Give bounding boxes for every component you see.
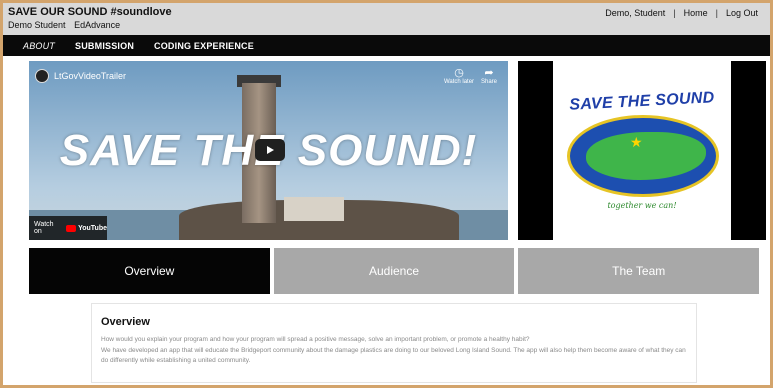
- video-player[interactable]: SAVE THE SOUND! LtGovVideoTrailer ◷ Watc…: [29, 61, 508, 240]
- play-icon: [267, 146, 274, 154]
- share-label: Share: [480, 79, 497, 85]
- logo-tagline: together we can!: [607, 201, 677, 210]
- logo-panel: SAVE THE SOUND ★ together we can!: [518, 61, 766, 240]
- header-bar: SAVE OUR SOUND #soundlove Demo Student E…: [3, 3, 770, 35]
- overview-question: How would you explain your program and h…: [101, 336, 530, 343]
- video-channel[interactable]: LtGovVideoTrailer: [35, 69, 126, 83]
- separator: |: [715, 8, 718, 18]
- play-button[interactable]: [255, 139, 285, 161]
- logo-land: [586, 132, 706, 180]
- share-button[interactable]: ➦ Share: [471, 67, 507, 85]
- youtube-play-icon: [66, 224, 77, 232]
- watch-later-label: Watch later: [443, 79, 475, 85]
- section-tabs: Overview Audience The Team: [29, 248, 760, 294]
- user-name: Demo Student: [8, 20, 66, 30]
- separator: |: [673, 8, 676, 18]
- nav-about[interactable]: ABOUT: [23, 41, 55, 51]
- logo-oval: ★: [567, 115, 719, 197]
- channel-name[interactable]: LtGovVideoTrailer: [54, 71, 126, 81]
- header-subtitle: Demo Student EdAdvance: [8, 20, 126, 30]
- share-icon: ➦: [484, 67, 494, 79]
- tab-the-team[interactable]: The Team: [518, 248, 760, 294]
- keeper-house: [284, 197, 344, 221]
- overview-card: Overview How would you explain your prog…: [91, 303, 697, 383]
- home-link[interactable]: Home: [684, 8, 708, 18]
- site-title: SAVE OUR SOUND #soundlove: [8, 6, 172, 18]
- org-name: EdAdvance: [74, 20, 121, 30]
- top-links: Demo, Student | Home | Log Out: [605, 8, 758, 18]
- logout-link[interactable]: Log Out: [726, 8, 758, 18]
- user-link[interactable]: Demo, Student: [605, 8, 665, 18]
- tab-overview[interactable]: Overview: [29, 248, 270, 294]
- channel-avatar[interactable]: [35, 69, 49, 83]
- logo-title: SAVE THE SOUND: [568, 89, 715, 114]
- overview-answer: We have developed an app that will educa…: [101, 347, 686, 364]
- nav-coding-experience[interactable]: CODING EXPERIENCE: [154, 41, 254, 51]
- youtube-logo: YouTube: [66, 224, 107, 232]
- watch-on-label: Watch on: [34, 221, 54, 235]
- nav-submission[interactable]: SUBMISSION: [75, 41, 134, 51]
- youtube-label: YouTube: [78, 224, 107, 232]
- save-the-sound-logo: SAVE THE SOUND ★ together we can!: [553, 61, 731, 240]
- overview-title: Overview: [101, 316, 150, 328]
- watch-on-youtube[interactable]: Watch on YouTube: [29, 216, 107, 240]
- tab-audience[interactable]: Audience: [273, 248, 515, 294]
- star-icon: ★: [630, 134, 643, 150]
- main-nav: ABOUT SUBMISSION CODING EXPERIENCE: [3, 35, 770, 56]
